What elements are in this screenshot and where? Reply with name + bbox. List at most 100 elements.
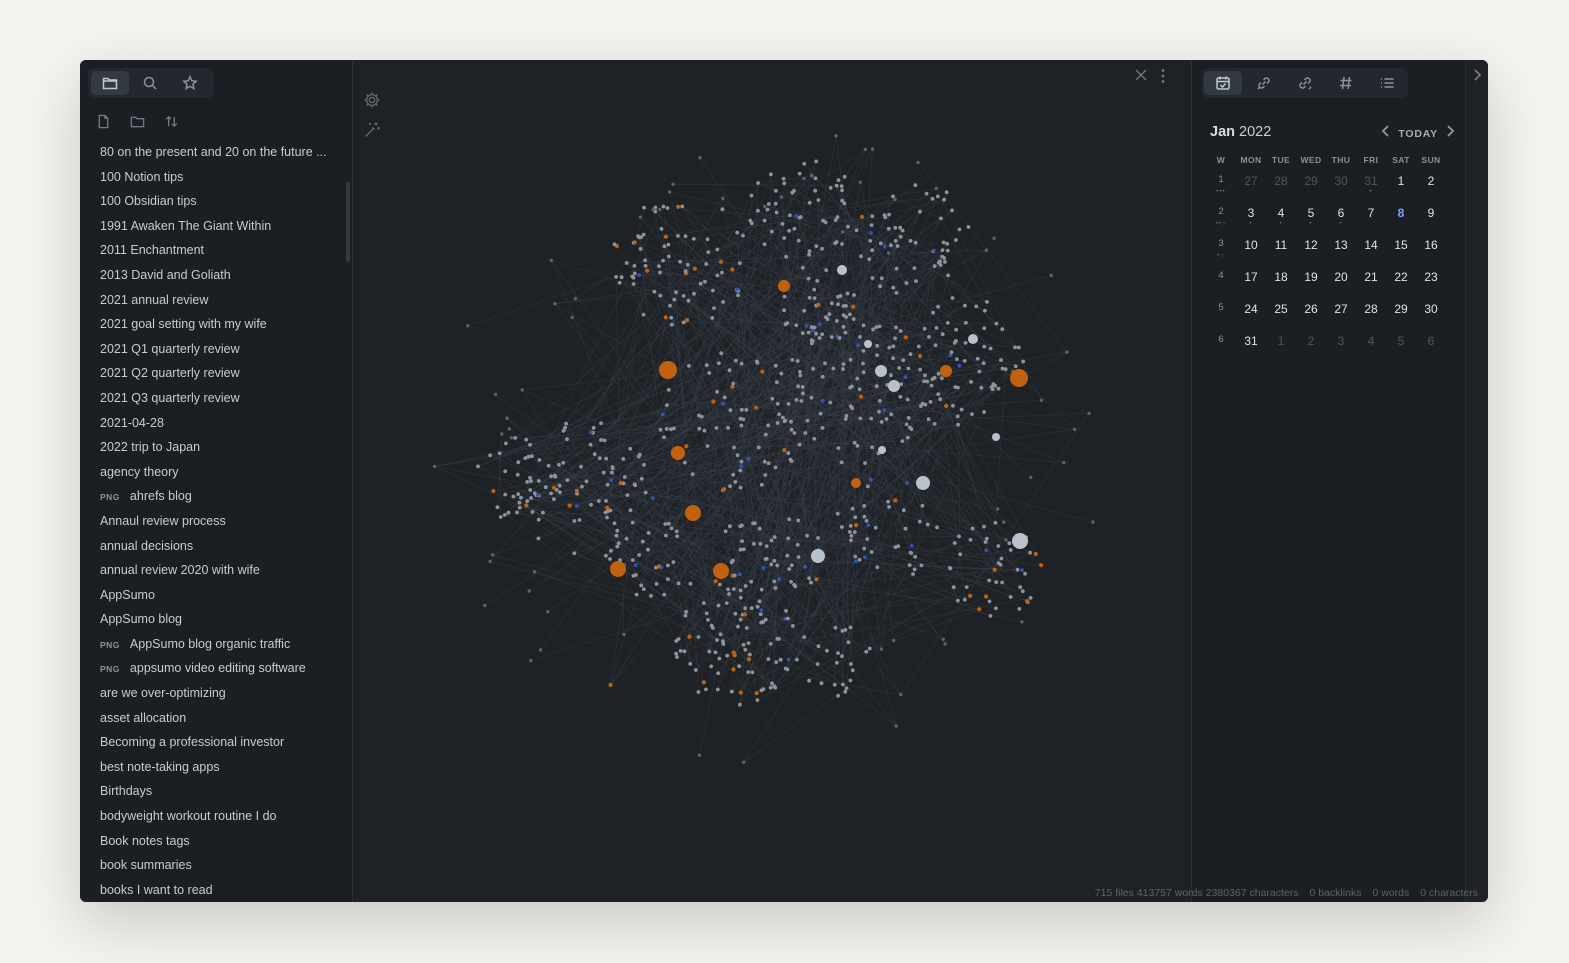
- graph-node[interactable]: [651, 207, 655, 212]
- graph-node[interactable]: [665, 403, 669, 407]
- graph-node[interactable]: [476, 464, 480, 469]
- graph-node[interactable]: [715, 638, 719, 642]
- graph-node[interactable]: [642, 463, 646, 467]
- graph-node[interactable]: [882, 213, 887, 218]
- graph-node[interactable]: [957, 363, 962, 368]
- graph-node[interactable]: [637, 553, 641, 557]
- graph-node[interactable]: [917, 519, 922, 524]
- graph-node[interactable]: [858, 335, 862, 339]
- graph-node[interactable]: [630, 558, 635, 562]
- graph-node[interactable]: [836, 446, 841, 450]
- file-item[interactable]: Becoming a professional investor: [80, 730, 342, 755]
- calendar-day[interactable]: 28: [1356, 296, 1386, 328]
- graph-node[interactable]: [528, 475, 532, 480]
- graph-node[interactable]: [950, 208, 954, 213]
- graph-node[interactable]: [703, 279, 707, 284]
- graph-node[interactable]: [810, 339, 815, 343]
- graph-node[interactable]: [912, 266, 917, 270]
- graph-node[interactable]: [909, 551, 914, 555]
- graph-node[interactable]: [962, 359, 967, 363]
- graph-node[interactable]: [818, 411, 823, 416]
- graph-node[interactable]: [664, 427, 669, 431]
- graph-node[interactable]: [649, 594, 653, 598]
- graph-node[interactable]: [669, 315, 674, 320]
- file-item[interactable]: book summaries: [80, 853, 342, 878]
- graph-node[interactable]: [999, 358, 1003, 362]
- graph-node[interactable]: [599, 421, 603, 426]
- graph-node[interactable]: [903, 526, 908, 531]
- graph-node[interactable]: [891, 194, 895, 199]
- graph-node[interactable]: [766, 657, 771, 661]
- graph-node[interactable]: [674, 290, 678, 295]
- graph-node[interactable]: [928, 400, 933, 404]
- graph-node[interactable]: [805, 533, 809, 538]
- graph-node[interactable]: [726, 426, 730, 430]
- graph-node[interactable]: [498, 515, 503, 519]
- graph-node[interactable]: [528, 488, 533, 492]
- graph-node[interactable]: [696, 690, 701, 694]
- graph-node[interactable]: [706, 618, 710, 622]
- graph-node[interactable]: [987, 599, 992, 604]
- graph-node[interactable]: [835, 215, 840, 220]
- graph-node[interactable]: [827, 312, 832, 317]
- graph-node[interactable]: [755, 604, 760, 609]
- more-options-button[interactable]: [1160, 68, 1172, 86]
- graph-node[interactable]: [898, 234, 903, 239]
- graph-node[interactable]: [839, 460, 844, 465]
- graph-node[interactable]: [882, 408, 887, 412]
- graph-node[interactable]: [794, 214, 799, 218]
- tags-tab[interactable]: [1327, 71, 1365, 95]
- graph-node[interactable]: [729, 689, 734, 694]
- graph-node[interactable]: [557, 462, 561, 467]
- graph-node[interactable]: [721, 300, 725, 304]
- graph-node[interactable]: [877, 409, 881, 414]
- search-tab[interactable]: [131, 71, 169, 95]
- graph-node[interactable]: [721, 196, 725, 200]
- graph-node[interactable]: [612, 521, 617, 526]
- graph-node[interactable]: [506, 510, 511, 515]
- graph-node[interactable]: [935, 194, 940, 199]
- graph-node[interactable]: [932, 264, 937, 268]
- graph-view[interactable]: [354, 60, 1191, 902]
- graph-node[interactable]: [942, 256, 947, 260]
- graph-node[interactable]: [790, 358, 795, 362]
- graph-node[interactable]: [758, 542, 763, 546]
- graph-node[interactable]: [979, 385, 984, 390]
- graph-node[interactable]: [669, 322, 674, 327]
- graph-node[interactable]: [957, 227, 962, 232]
- graph-node[interactable]: [646, 531, 651, 535]
- file-item[interactable]: 2021-04-28: [80, 411, 342, 436]
- graph-node[interactable]: [1023, 571, 1027, 576]
- graph-node[interactable]: [1008, 595, 1013, 599]
- graph-node[interactable]: [717, 361, 721, 366]
- graph-node[interactable]: [891, 344, 896, 349]
- file-item[interactable]: PNG appsumo video editing software: [80, 656, 342, 681]
- calendar-day[interactable]: 5 •: [1296, 200, 1326, 232]
- calendar-day[interactable]: 5: [1386, 328, 1416, 360]
- graph-node[interactable]: [727, 368, 732, 373]
- calendar-day[interactable]: 27: [1236, 168, 1266, 200]
- graph-node[interactable]: [674, 529, 679, 534]
- graph-node[interactable]: [551, 485, 557, 490]
- graph-node[interactable]: [982, 344, 987, 349]
- graph-node[interactable]: [686, 298, 691, 303]
- graph-node[interactable]: [1025, 600, 1030, 605]
- graph-node[interactable]: [778, 657, 783, 662]
- graph-node[interactable]: [1033, 551, 1038, 557]
- graph-node[interactable]: [676, 234, 680, 238]
- graph-node[interactable]: [942, 197, 946, 202]
- graph-hub-node[interactable]: [888, 380, 900, 392]
- graph-node[interactable]: [795, 542, 800, 547]
- graph-node[interactable]: [871, 327, 875, 332]
- graph-node[interactable]: [780, 222, 785, 226]
- graph-node[interactable]: [661, 412, 665, 417]
- graph-node[interactable]: [893, 498, 898, 503]
- graph-node[interactable]: [753, 521, 757, 526]
- calendar-day[interactable]: 23: [1416, 264, 1446, 296]
- calendar-day[interactable]: 3: [1326, 328, 1356, 360]
- graph-node[interactable]: [1000, 366, 1005, 371]
- graph-hub-node[interactable]: [671, 446, 685, 460]
- graph-node[interactable]: [878, 284, 882, 289]
- graph-node[interactable]: [777, 637, 781, 641]
- graph-node[interactable]: [792, 431, 797, 435]
